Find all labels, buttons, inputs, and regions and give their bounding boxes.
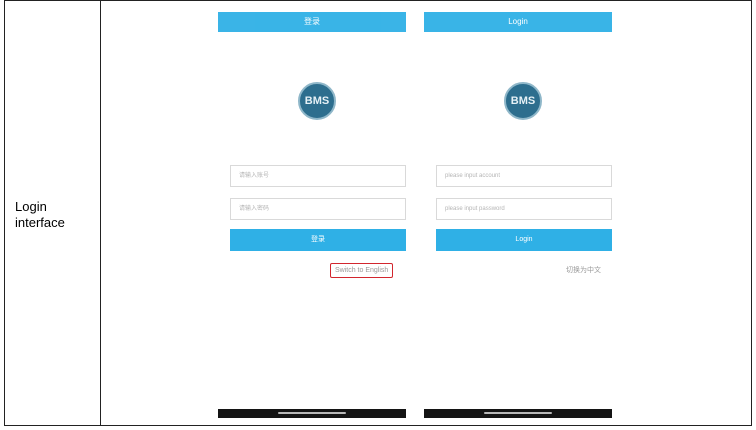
switch-language-link[interactable]: 切换为中文 <box>566 265 601 275</box>
home-indicator[interactable] <box>278 412 346 414</box>
login-screen-chinese: 登录 BMS 请输入账号 请输入密码 登录 Switch to English <box>218 12 406 418</box>
login-button[interactable]: Login <box>436 229 612 251</box>
home-indicator[interactable] <box>484 412 552 414</box>
password-input[interactable]: 请输入密码 <box>230 198 406 220</box>
system-nav-bar <box>424 409 612 418</box>
system-nav-bar <box>218 409 406 418</box>
bms-logo-icon: BMS <box>298 82 336 120</box>
row-label: Login interface <box>15 199 65 230</box>
switch-language-link[interactable]: Switch to English <box>330 263 394 278</box>
column-divider <box>100 1 101 425</box>
login-button[interactable]: 登录 <box>230 229 406 251</box>
title-bar: Login <box>424 12 612 32</box>
password-input[interactable]: please input password <box>436 198 612 220</box>
bms-logo-icon: BMS <box>504 82 542 120</box>
username-input[interactable]: 请输入账号 <box>230 165 406 187</box>
login-screen-english: Login BMS please input account please in… <box>424 12 612 418</box>
username-input[interactable]: please input account <box>436 165 612 187</box>
title-bar: 登录 <box>218 12 406 32</box>
